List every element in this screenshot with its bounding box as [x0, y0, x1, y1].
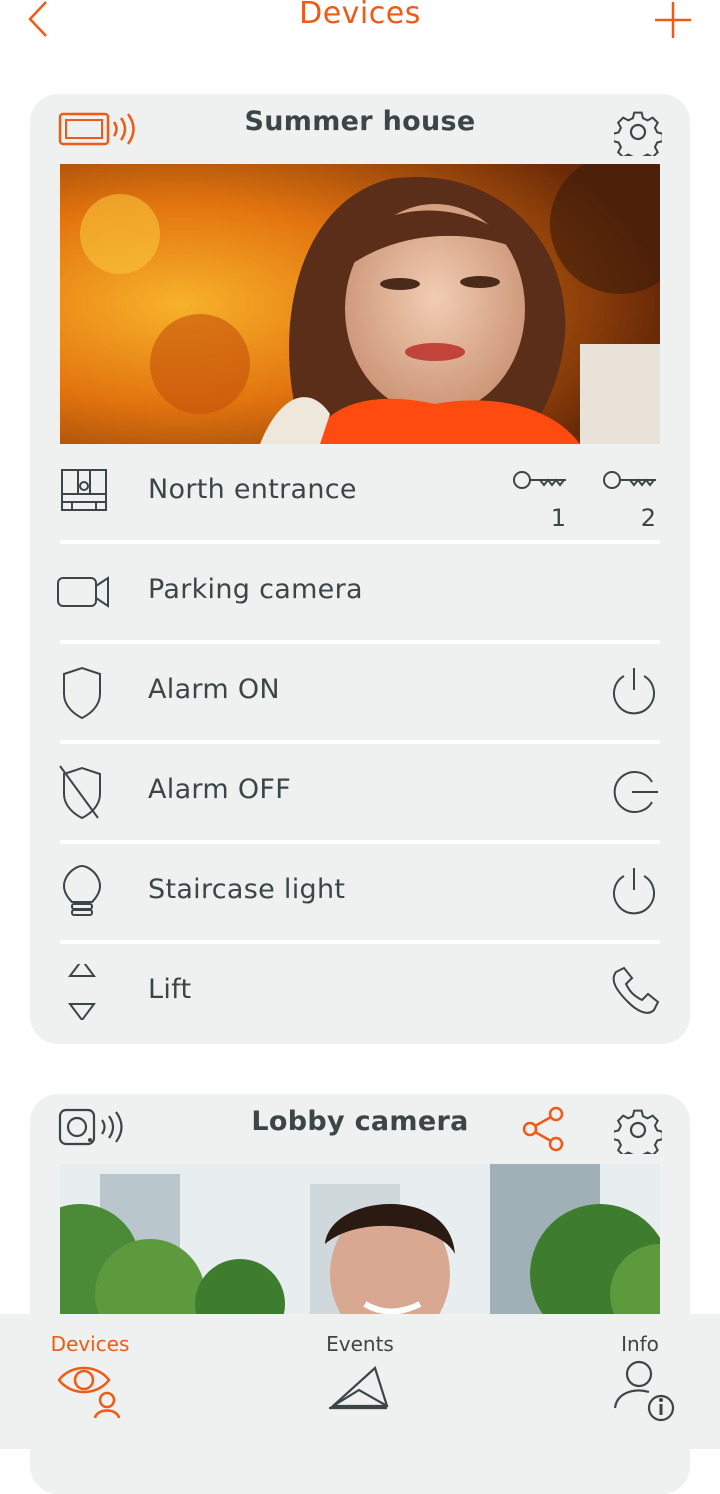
list-item-alarm-off[interactable]: Alarm OFF: [59, 744, 660, 844]
tab-events[interactable]: Events: [310, 1332, 410, 1424]
bottom-navigation: Devices Events Info: [0, 1314, 720, 1449]
open-lock-1-button[interactable]: 1: [510, 468, 570, 532]
card-title: Lobby camera: [251, 1106, 469, 1137]
video-camera-icon: [57, 576, 109, 608]
phone-call-icon[interactable]: [608, 966, 660, 1018]
list-item-label: North entrance: [148, 474, 357, 505]
power-off-icon[interactable]: [608, 766, 660, 818]
share-icon[interactable]: [522, 1106, 566, 1156]
tab-label: Events: [326, 1332, 394, 1356]
card-header: Lobby camera: [30, 1094, 690, 1164]
card-header: Summer house: [30, 94, 690, 164]
list-item-staircase-light[interactable]: Staircase light: [60, 844, 660, 944]
list-item-north-entrance[interactable]: North entrance 1 2: [60, 444, 660, 544]
list-item-lift[interactable]: Lift: [60, 944, 660, 1044]
list-item-parking-camera[interactable]: Parking camera: [57, 544, 660, 644]
page-title: Devices: [299, 0, 421, 31]
list-item-label: Alarm OFF: [148, 774, 292, 805]
lift-arrows-icon: [68, 964, 96, 1020]
device-card-summer-house: Summer house North entrance 1 2 Parking …: [30, 94, 690, 1044]
key-number: 2: [640, 504, 656, 532]
list-item-alarm-on[interactable]: Alarm ON: [60, 644, 660, 744]
tab-devices[interactable]: Devices: [40, 1332, 140, 1424]
user-info-icon: [613, 1360, 675, 1422]
list-item-label: Staircase light: [148, 874, 346, 905]
eye-user-icon: [57, 1366, 121, 1419]
envelope-icon: [329, 1366, 389, 1410]
power-icon[interactable]: [608, 866, 660, 918]
card-title: Summer house: [244, 106, 476, 137]
power-icon[interactable]: [608, 666, 660, 718]
list-item-label: Parking camera: [148, 574, 363, 605]
key-icon: [603, 471, 656, 489]
camera-preview-image[interactable]: [60, 1164, 660, 1324]
device-action-list: North entrance 1 2 Parking camera Alarm …: [57, 444, 660, 1044]
list-item-label: Lift: [148, 974, 192, 1005]
light-bulb-icon: [63, 864, 101, 916]
list-item-label: Alarm ON: [148, 674, 280, 705]
key-number: 1: [550, 504, 566, 532]
top-bar: Devices: [0, 0, 720, 60]
tab-info[interactable]: Info: [590, 1332, 690, 1430]
add-device-button[interactable]: [652, 0, 694, 42]
door-intercom-icon: [61, 469, 107, 511]
open-lock-2-button[interactable]: 2: [600, 468, 660, 532]
tab-label: Info: [621, 1332, 659, 1356]
shield-off-icon: [59, 765, 101, 820]
settings-gear-icon[interactable]: [612, 108, 664, 164]
settings-gear-icon[interactable]: [612, 1106, 664, 1162]
shield-icon: [63, 666, 101, 720]
plus-icon: [655, 2, 691, 38]
tab-label: Devices: [50, 1332, 130, 1356]
camera-preview-image[interactable]: [60, 164, 660, 444]
key-icon: [513, 471, 566, 489]
